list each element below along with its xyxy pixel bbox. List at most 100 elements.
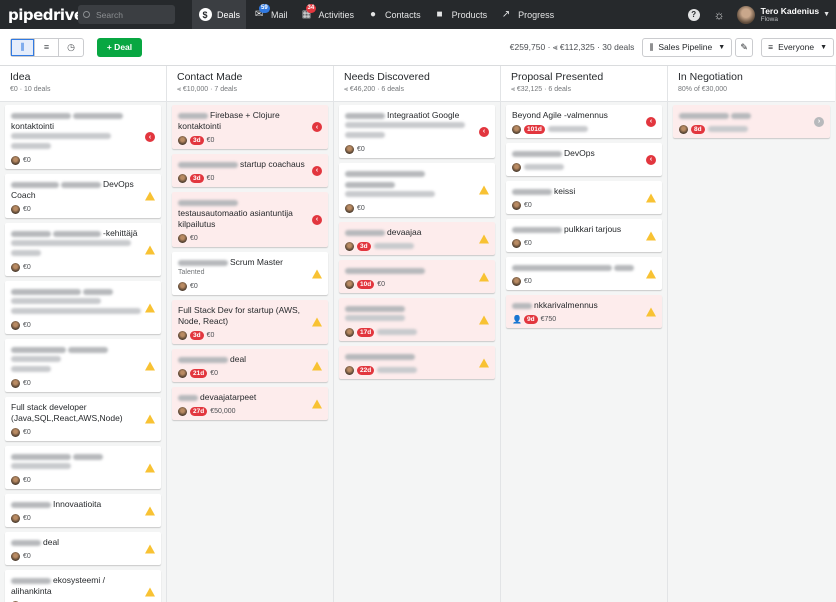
overdue-activity-icon[interactable]: ‹ bbox=[312, 122, 322, 132]
deal-card[interactable]: 10d €0 bbox=[339, 260, 495, 293]
pipedrive-logo[interactable]: pipedrive bbox=[8, 6, 84, 24]
warning-icon[interactable] bbox=[145, 506, 155, 515]
nav-products[interactable]: ■ Products bbox=[427, 0, 494, 29]
warning-icon[interactable] bbox=[646, 193, 656, 202]
deal-card[interactable]: 17d bbox=[339, 298, 495, 341]
warning-icon[interactable] bbox=[646, 269, 656, 278]
deal-card[interactable]: Innovaatioita €0 bbox=[5, 494, 161, 527]
nav-deals[interactable]: $ Deals bbox=[192, 0, 247, 29]
redacted-text bbox=[11, 181, 59, 188]
deal-card[interactable]: €0 bbox=[5, 339, 161, 392]
deal-value: €0 bbox=[23, 379, 31, 387]
deal-card[interactable]: Full Stack Dev for startup (AWS, Node, R… bbox=[172, 300, 328, 344]
warning-icon[interactable] bbox=[312, 399, 322, 408]
deal-meta: 22d bbox=[345, 365, 490, 375]
stage-cards: Firebase + Clojure kontaktointi 3d €0 ‹ star… bbox=[167, 102, 333, 428]
deal-card[interactable]: devaajatarpeet 27d €50,000 bbox=[172, 387, 328, 420]
pipeline-view-icon[interactable]: ⫼ bbox=[11, 38, 35, 56]
redacted-text bbox=[512, 264, 612, 271]
deal-card[interactable]: -kehittäjä €0 bbox=[5, 223, 161, 276]
warning-icon[interactable] bbox=[646, 307, 656, 316]
search-input[interactable]: Search bbox=[78, 5, 175, 24]
add-deal-button[interactable]: + Deal bbox=[97, 37, 142, 57]
pipeline-select[interactable]: ⫼ Sales Pipeline ▼ bbox=[642, 37, 733, 57]
warning-icon[interactable] bbox=[479, 315, 489, 324]
warning-icon[interactable] bbox=[145, 191, 155, 201]
deal-card[interactable]: €0 bbox=[506, 257, 662, 290]
warning-icon[interactable] bbox=[479, 234, 489, 243]
overdue-activity-icon[interactable]: ‹ bbox=[145, 132, 155, 142]
owner-avatar bbox=[11, 427, 20, 437]
deal-card[interactable]: testausautomaatio asiantuntija kilpailut… bbox=[172, 192, 328, 247]
deal-card[interactable]: 22d bbox=[339, 346, 495, 379]
deal-card[interactable]: Integraatiot Google €0 ‹ bbox=[339, 105, 495, 158]
deal-card[interactable]: Full stack developer (Java,SQL,React,AWS… bbox=[5, 397, 161, 441]
warning-icon[interactable] bbox=[145, 463, 155, 472]
redacted-text bbox=[679, 112, 729, 119]
deal-card[interactable]: Firebase + Clojure kontaktointi 3d €0 ‹ bbox=[172, 105, 328, 149]
edit-pencil-icon[interactable]: ✎ bbox=[735, 37, 754, 57]
redacted-text bbox=[73, 453, 103, 460]
warning-icon[interactable] bbox=[145, 303, 155, 312]
deal-card[interactable]: deal €0 bbox=[5, 532, 161, 565]
deal-card[interactable]: €0 bbox=[339, 163, 495, 217]
schedule-activity-icon[interactable]: › bbox=[814, 116, 824, 127]
owner-avatar bbox=[345, 365, 354, 375]
deal-card[interactable]: Scrum Master Talented €0 bbox=[172, 252, 328, 295]
help-icon[interactable]: ? bbox=[687, 8, 700, 21]
overdue-activity-icon[interactable]: ‹ bbox=[479, 126, 489, 137]
user-menu[interactable]: Tero Kadenius Flowa bbox=[761, 6, 819, 23]
deal-card[interactable]: €0 bbox=[5, 281, 161, 334]
nav-activities[interactable]: ▦ 34 Activities bbox=[294, 0, 361, 29]
warning-icon[interactable] bbox=[479, 185, 489, 195]
redacted-text bbox=[345, 353, 415, 360]
deal-title-row: devaajatarpeet bbox=[178, 392, 323, 403]
deal-card[interactable]: kontaktointi €0 ‹ bbox=[5, 105, 161, 169]
overdue-activity-icon[interactable]: ‹ bbox=[312, 214, 322, 225]
lightbulb-icon[interactable]: ☼ bbox=[714, 8, 725, 22]
forecast-view-icon[interactable]: ◷ bbox=[59, 39, 83, 56]
deal-card[interactable]: pulkkari tarjous €0 bbox=[506, 219, 662, 252]
deal-card[interactable]: DevOps ‹ bbox=[506, 143, 662, 176]
deal-card[interactable]: 8d › bbox=[673, 105, 830, 138]
warning-icon[interactable] bbox=[646, 231, 656, 240]
warning-icon[interactable] bbox=[312, 317, 322, 327]
warning-icon[interactable] bbox=[145, 587, 155, 597]
owner-avatar bbox=[11, 262, 20, 272]
chevron-down-icon[interactable]: ▼ bbox=[823, 11, 830, 18]
deal-card[interactable]: startup coachaus 3d €0 ‹ bbox=[172, 154, 328, 187]
warning-icon[interactable] bbox=[312, 361, 322, 370]
nav-progress[interactable]: ↗ Progress bbox=[493, 0, 560, 29]
nav-mail[interactable]: ✉ 59 Mail bbox=[246, 0, 294, 29]
owner-avatar bbox=[178, 368, 187, 378]
warning-icon[interactable] bbox=[145, 544, 155, 553]
warning-icon[interactable] bbox=[479, 272, 489, 281]
person-icon: ● bbox=[370, 9, 377, 20]
deal-card[interactable]: €0 bbox=[5, 446, 161, 489]
user-avatar[interactable] bbox=[736, 5, 755, 24]
overdue-activity-icon[interactable]: ‹ bbox=[646, 154, 656, 165]
warning-icon[interactable] bbox=[145, 361, 155, 370]
overdue-activity-icon[interactable]: ‹ bbox=[312, 165, 322, 176]
deal-card[interactable]: deal 21d €0 bbox=[172, 349, 328, 382]
redacted-line bbox=[11, 365, 156, 375]
deal-card[interactable]: nkkarivalmennus 👤 9d €750 bbox=[506, 295, 662, 328]
deal-card[interactable]: DevOps Coach €0 bbox=[5, 174, 161, 218]
list-view-icon[interactable]: ≡ bbox=[35, 38, 59, 56]
deal-card[interactable]: Beyond Agile -valmennus 101d ‹ bbox=[506, 105, 662, 138]
overdue-activity-icon[interactable]: ‹ bbox=[646, 116, 656, 127]
deal-card[interactable]: devaajaa 3d bbox=[339, 222, 495, 255]
warning-icon[interactable] bbox=[312, 269, 322, 278]
warning-icon[interactable] bbox=[145, 245, 155, 254]
deal-value: €0 bbox=[357, 145, 365, 153]
warning-icon[interactable] bbox=[145, 414, 155, 424]
owner-filter-select[interactable]: ≡ Everyone ▼ bbox=[761, 37, 834, 57]
nav-contacts[interactable]: ● Contacts bbox=[360, 0, 427, 29]
stage-summary: ⫷ €46,200 · 6 deals bbox=[344, 86, 404, 93]
redacted-text bbox=[345, 191, 435, 198]
deal-card[interactable]: ekosysteemi / alihankinta€0 bbox=[5, 570, 161, 602]
deal-meta: €0 bbox=[11, 155, 156, 165]
deal-card[interactable]: keissi €0 bbox=[506, 181, 662, 214]
redacted-line bbox=[345, 190, 490, 200]
warning-icon[interactable] bbox=[479, 358, 489, 367]
